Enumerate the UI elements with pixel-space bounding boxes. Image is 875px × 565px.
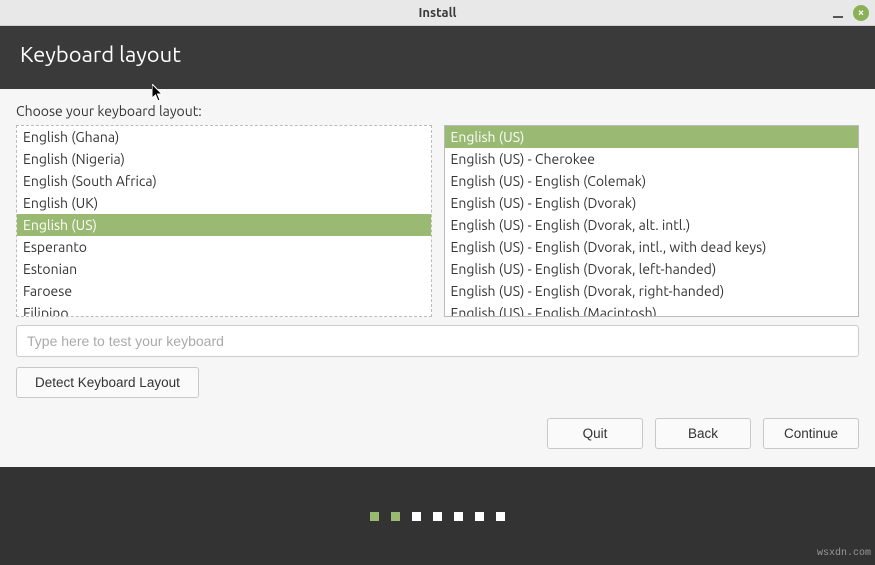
layout-item[interactable]: Faroese: [17, 280, 431, 302]
variant-item[interactable]: English (US) - Cherokee: [445, 148, 859, 170]
variant-item[interactable]: English (US): [445, 126, 859, 148]
quit-button[interactable]: Quit: [547, 418, 643, 449]
progress-dot: [391, 512, 400, 521]
layout-item[interactable]: English (US): [17, 214, 431, 236]
progress-dot: [370, 512, 379, 521]
progress-dot: [496, 512, 505, 521]
minimize-icon[interactable]: [833, 16, 843, 18]
detect-layout-button[interactable]: Detect Keyboard Layout: [16, 367, 199, 398]
nav-row: Quit Back Continue: [0, 406, 875, 467]
layout-lists: English (Ghana)English (Nigeria)English …: [16, 125, 859, 317]
layouts-listbox[interactable]: English (Ghana)English (Nigeria)English …: [16, 125, 432, 317]
variant-item[interactable]: English (US) - English (Colemak): [445, 170, 859, 192]
watermark-text: wsxdn.com: [817, 548, 871, 559]
layout-item[interactable]: Estonian: [17, 258, 431, 280]
variant-item[interactable]: English (US) - English (Dvorak): [445, 192, 859, 214]
progress-dot: [454, 512, 463, 521]
progress-dot: [412, 512, 421, 521]
variants-listbox[interactable]: English (US)English (US) - CherokeeEngli…: [444, 125, 860, 317]
variant-item[interactable]: English (US) - English (Dvorak, right-ha…: [445, 280, 859, 302]
test-keyboard-input[interactable]: [16, 325, 859, 357]
continue-button[interactable]: Continue: [763, 418, 859, 449]
layout-item[interactable]: English (Ghana): [17, 126, 431, 148]
page-title: Keyboard layout: [20, 42, 181, 67]
variant-item[interactable]: English (US) - English (Dvorak, alt. int…: [445, 214, 859, 236]
back-button[interactable]: Back: [655, 418, 751, 449]
window-controls: ×: [833, 5, 869, 21]
layout-item[interactable]: Filipino: [17, 302, 431, 317]
variant-item[interactable]: English (US) - English (Dvorak, intl., w…: [445, 236, 859, 258]
titlebar: Install ×: [0, 0, 875, 26]
close-icon[interactable]: ×: [853, 5, 869, 21]
page-header: Keyboard layout: [0, 26, 875, 89]
content-area: Choose your keyboard layout: English (Gh…: [0, 89, 875, 406]
variant-item[interactable]: English (US) - English (Dvorak, left-han…: [445, 258, 859, 280]
layout-item[interactable]: Esperanto: [17, 236, 431, 258]
layout-item[interactable]: English (Nigeria): [17, 148, 431, 170]
progress-footer: [0, 467, 875, 565]
layout-item[interactable]: English (South Africa): [17, 170, 431, 192]
layout-item[interactable]: English (UK): [17, 192, 431, 214]
variant-item[interactable]: English (US) - English (Macintosh): [445, 302, 859, 317]
prompt-label: Choose your keyboard layout:: [16, 103, 859, 119]
window-title: Install: [0, 6, 875, 20]
progress-dot: [433, 512, 442, 521]
progress-dot: [475, 512, 484, 521]
